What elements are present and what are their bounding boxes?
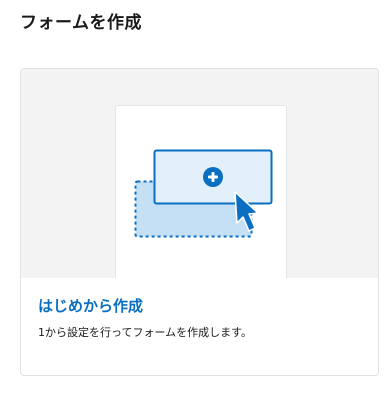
page-title: フォームを作成 — [20, 13, 142, 33]
create-from-scratch-card[interactable]: はじめから作成 1から設定を行ってフォームを作成します。 — [20, 68, 379, 376]
new-form-illustration — [134, 149, 273, 238]
illustration-panel — [115, 105, 287, 278]
card-description: 1から設定を行ってフォームを作成します。 — [38, 326, 253, 339]
card-title: はじめから作成 — [38, 297, 144, 315]
card-illustration-area — [21, 69, 378, 278]
add-circle-icon — [203, 167, 223, 187]
